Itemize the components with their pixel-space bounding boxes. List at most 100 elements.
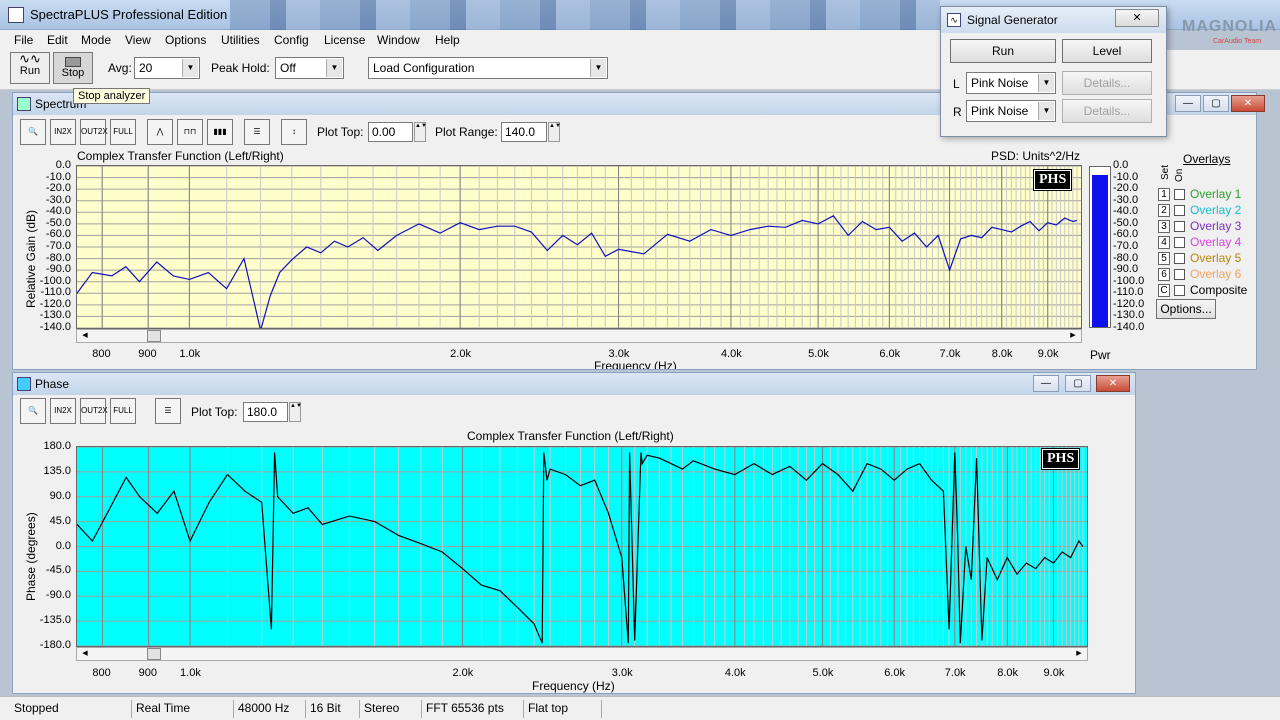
overlay-set-button[interactable]: 1 [1158, 188, 1170, 201]
stop-icon [65, 57, 81, 67]
menu-options[interactable]: Options [165, 33, 206, 47]
status-bar: Stopped Real Time 48000 Hz 16 Bit Stereo… [0, 696, 1280, 720]
maximize-button[interactable]: ▢ [1203, 95, 1229, 112]
menu-file[interactable]: File [14, 33, 33, 47]
line-graph-icon[interactable]: ⋀ [147, 119, 173, 145]
overlay-set-button[interactable]: 5 [1158, 252, 1170, 265]
overlay-set-button[interactable]: 4 [1158, 236, 1170, 249]
scroll-left-icon[interactable]: ◀ [79, 648, 91, 660]
spectrum-plot-area[interactable] [76, 165, 1082, 331]
plot-range-spinner[interactable]: ▲▼ [548, 122, 561, 142]
avg-select[interactable]: 20 ▼ [134, 57, 200, 79]
zoom-out-2x-icon[interactable]: OUT2X [80, 398, 108, 424]
overlay-checkbox[interactable] [1174, 189, 1185, 200]
phase-y-tick: 0.0 [55, 539, 71, 552]
menu-license[interactable]: License [324, 33, 365, 47]
overlay-checkbox[interactable] [1174, 253, 1185, 264]
menu-edit[interactable]: Edit [47, 33, 68, 47]
overlay-set-button[interactable]: 3 [1158, 220, 1170, 233]
overlay-set-button[interactable]: 6 [1158, 268, 1170, 281]
plot-range-input[interactable]: 140.0 [501, 122, 547, 142]
menu-utilities[interactable]: Utilities [221, 33, 260, 47]
sine-wave-icon: ∿∿ [19, 51, 41, 66]
spectrum-y-tick: -70.0 [45, 240, 71, 252]
minimize-button[interactable]: — [1175, 95, 1201, 112]
maximize-button[interactable]: ▢ [1065, 375, 1091, 392]
overlay-checkbox[interactable] [1174, 205, 1185, 216]
properties-icon[interactable]: ☰ [155, 398, 181, 424]
scroll-left-icon[interactable]: ◀ [79, 330, 91, 342]
scroll-right-icon[interactable]: ▶ [1073, 648, 1085, 660]
siggen-level-button[interactable]: Level [1062, 39, 1152, 63]
overlay-set-button[interactable]: C [1158, 284, 1170, 297]
scale-icon[interactable]: ↕ [281, 119, 307, 145]
stop-button-label: Stop [61, 67, 85, 79]
stop-tooltip: Stop analyzer [73, 88, 151, 104]
siggen-run-button[interactable]: Run [950, 39, 1056, 63]
zoom-in-2x-icon[interactable]: IN2X [50, 398, 76, 424]
right-details-button[interactable]: Details... [1062, 99, 1152, 123]
on-column-label: On [1174, 168, 1185, 182]
phase-x-tick: 1.0k [180, 667, 201, 679]
spectrum-scrollbar[interactable]: ◀ ▶ [76, 329, 1082, 343]
phase-plot-area[interactable] [76, 446, 1088, 647]
plot-top-spinner[interactable]: ▲▼ [414, 122, 427, 142]
scroll-thumb[interactable] [147, 330, 161, 342]
minimize-button[interactable]: — [1033, 375, 1059, 392]
close-button[interactable]: ✕ [1115, 9, 1159, 27]
scroll-thumb[interactable] [147, 648, 161, 660]
overlay-checkbox[interactable] [1174, 269, 1185, 280]
menu-config[interactable]: Config [274, 33, 309, 47]
overlay-checkbox[interactable] [1174, 237, 1185, 248]
stop-button[interactable]: Stop [53, 52, 93, 84]
configuration-select[interactable]: Load Configuration ▼ [368, 57, 608, 79]
overlay-checkbox[interactable] [1174, 285, 1185, 296]
close-button[interactable]: ✕ [1096, 375, 1130, 392]
left-details-button[interactable]: Details... [1062, 71, 1152, 95]
phase-plot-top-input[interactable]: 180.0 [243, 402, 288, 422]
overlay-label: Overlay 6 [1190, 267, 1242, 281]
left-signal-select[interactable]: Pink Noise ▼ [966, 72, 1056, 94]
overlay-options-button[interactable]: Options... [1156, 299, 1216, 319]
run-button[interactable]: ∿∿ Run [10, 52, 50, 84]
status-fft-size: FFT 65536 pts [422, 700, 524, 718]
step-graph-icon[interactable]: ⊓⊓ [177, 119, 203, 145]
power-meter [1089, 166, 1111, 328]
signal-generator-titlebar[interactable]: ∿ Signal Generator ✕ [941, 7, 1166, 33]
overlay-checkbox[interactable] [1174, 221, 1185, 232]
right-signal-select[interactable]: Pink Noise ▼ [966, 100, 1056, 122]
phase-y-tick: -90.0 [45, 589, 71, 602]
phase-chart-title: Complex Transfer Function (Left/Right) [467, 429, 674, 443]
phase-plot-top-spinner[interactable]: ▲▼ [289, 402, 302, 422]
overlay-set-button[interactable]: 2 [1158, 204, 1170, 217]
bar-graph-icon[interactable]: ▮▮▮ [207, 119, 233, 145]
power-meter-tick: -90.0 [1113, 263, 1139, 276]
zoom-full-icon[interactable]: FULL [110, 119, 136, 145]
menu-window[interactable]: Window [377, 33, 420, 47]
zoom-full-icon[interactable]: FULL [110, 398, 136, 424]
properties-icon[interactable]: ☰ [244, 119, 270, 145]
spectrum-x-tick: 8.0k [991, 348, 1013, 360]
power-meter-tick: -40.0 [1113, 205, 1139, 218]
spectrum-x-tick: 2.0k [450, 348, 471, 360]
spectrum-y-tick: -60.0 [45, 228, 71, 241]
logo-text: MAGNOLIA [1182, 18, 1278, 35]
phase-x-tick: 4.0k [724, 667, 746, 679]
close-button[interactable]: ✕ [1231, 95, 1265, 112]
peak-hold-select[interactable]: Off ▼ [275, 57, 344, 79]
zoom-out-2x-icon[interactable]: OUT2X [80, 119, 108, 145]
scroll-right-icon[interactable]: ▶ [1067, 330, 1079, 342]
phase-y-tick: -180.0 [39, 639, 71, 651]
zoom-icon[interactable]: 🔍 [20, 119, 46, 145]
power-meter-tick: -140.0 [1113, 321, 1145, 333]
phase-x-tick: 3.0k [611, 667, 633, 679]
plot-top-input[interactable]: 0.00 [368, 122, 413, 142]
zoom-icon[interactable]: 🔍 [20, 398, 46, 424]
menu-mode[interactable]: Mode [81, 33, 111, 47]
zoom-in-2x-icon[interactable]: IN2X [50, 119, 76, 145]
spectrum-y-axis-label: Relative Gain (dB) [24, 209, 38, 308]
phase-scrollbar[interactable]: ◀ ▶ [76, 647, 1088, 661]
menu-view[interactable]: View [125, 33, 151, 47]
phase-titlebar[interactable]: Phase — ▢ ✕ [13, 373, 1135, 395]
menu-help[interactable]: Help [435, 33, 460, 47]
